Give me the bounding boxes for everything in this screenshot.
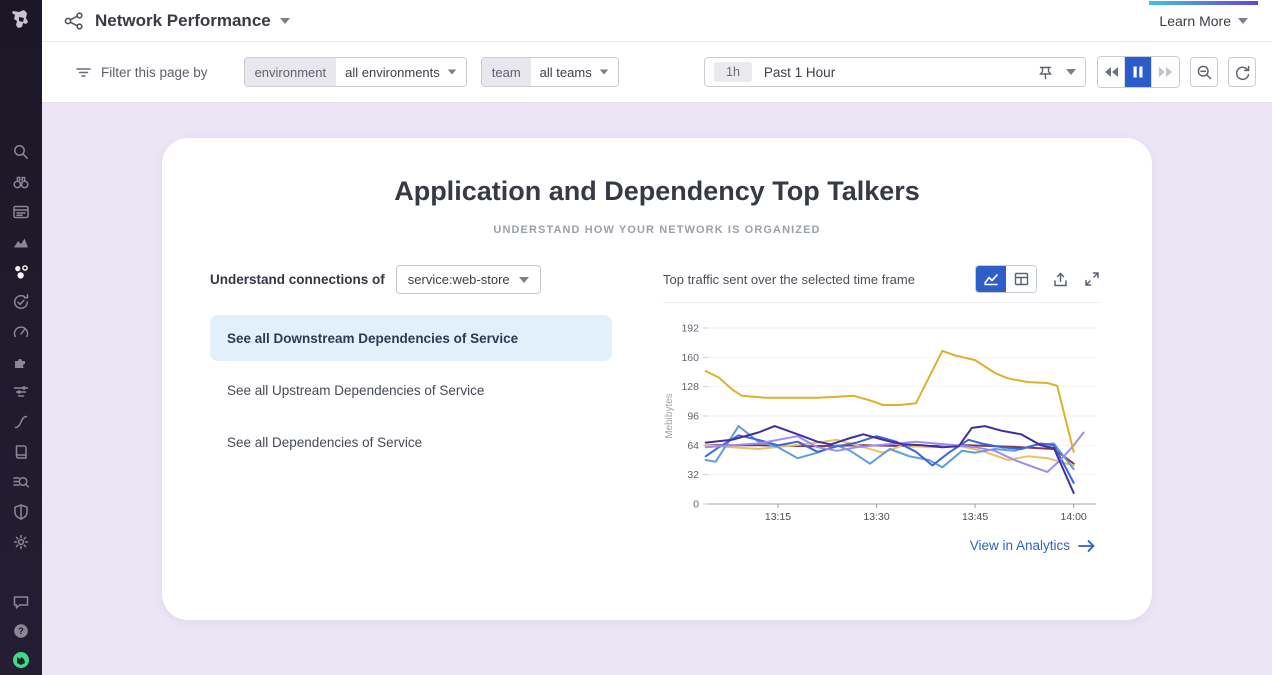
svg-text:128: 128 <box>681 381 699 393</box>
environment-filter-value: all environments <box>345 65 440 80</box>
card-title: Application and Dependency Top Talkers <box>162 138 1152 207</box>
svg-text:14:00: 14:00 <box>1061 511 1087 523</box>
watchdog-icon[interactable] <box>12 173 30 191</box>
playback-controls <box>1097 56 1180 88</box>
filter-label-group: Filter this page by <box>75 64 208 81</box>
user-avatar[interactable] <box>12 651 30 669</box>
apm-trace-icon[interactable] <box>12 413 30 431</box>
feedback-chat-icon[interactable] <box>12 593 30 611</box>
chevron-down-icon <box>448 69 457 74</box>
chevron-down-icon <box>280 18 290 24</box>
chevron-down-icon <box>1066 69 1076 75</box>
help-icon[interactable]: ? <box>12 622 30 640</box>
service-selector[interactable]: service:web-store <box>396 265 541 294</box>
chevron-down-icon <box>1238 18 1248 24</box>
network-performance-icon <box>62 9 86 33</box>
connections-panel: Understand connections of service:web-st… <box>210 265 612 553</box>
chart-panel: Top traffic sent over the selected time … <box>663 265 1100 553</box>
notebooks-icon[interactable] <box>12 443 30 461</box>
main-column: Network Performance Learn More Filter th… <box>42 0 1272 675</box>
learn-more-label: Learn More <box>1159 13 1231 29</box>
environment-filter[interactable]: environment all environments <box>244 57 467 87</box>
environment-filter-key: environment <box>245 58 337 86</box>
connections-label: Understand connections of <box>210 272 385 287</box>
svg-text:13:30: 13:30 <box>863 511 889 523</box>
network-icon[interactable] <box>12 263 30 281</box>
rewind-button[interactable] <box>1098 57 1125 87</box>
zoom-out-button[interactable] <box>1190 57 1218 87</box>
team-filter-value: all teams <box>540 65 592 80</box>
team-filter-key: team <box>482 58 531 86</box>
dashboards-icon[interactable] <box>12 203 30 221</box>
svg-text:13:45: 13:45 <box>962 511 988 523</box>
pin-icon[interactable] <box>1037 64 1054 81</box>
rail-icon-list <box>12 143 30 551</box>
settings-gear-icon[interactable] <box>12 533 30 551</box>
monitors-gauge-icon[interactable] <box>12 323 30 341</box>
datadog-logo-icon[interactable] <box>7 7 35 35</box>
svg-text:32: 32 <box>687 469 699 481</box>
svg-text:160: 160 <box>681 352 699 364</box>
top-bar: Network Performance Learn More <box>42 0 1272 42</box>
option-downstream-dependencies[interactable]: See all Downstream Dependencies of Servi… <box>210 315 612 361</box>
chart-view-toggle <box>975 265 1037 293</box>
top-talkers-card: Application and Dependency Top Talkers U… <box>162 138 1152 620</box>
svg-text:0: 0 <box>693 499 699 511</box>
chart-title: Top traffic sent over the selected time … <box>663 272 975 287</box>
page-title: Network Performance <box>95 11 271 31</box>
traffic-line-chart[interactable]: 0 32 64 96 128 160 192 13:15 13:30 13:45 14:00 Mebi… <box>663 312 1100 524</box>
time-range-selector[interactable]: 1h Past 1 Hour <box>704 57 1086 87</box>
table-view-toggle[interactable] <box>1006 266 1036 292</box>
filter-bar: Filter this page by environment all envi… <box>42 42 1272 103</box>
svg-text:64: 64 <box>687 440 699 452</box>
svg-text:Mebibytes: Mebibytes <box>664 393 675 439</box>
integrations-puzzle-icon[interactable] <box>12 353 30 371</box>
search-icon[interactable] <box>12 143 30 161</box>
option-upstream-dependencies[interactable]: See all Upstream Dependencies of Service <box>210 367 612 413</box>
filter-label: Filter this page by <box>101 65 208 80</box>
line-chart-toggle[interactable] <box>976 266 1006 292</box>
rail-bottom-group: ? <box>12 593 30 675</box>
arrow-right-icon <box>1078 539 1096 553</box>
time-range-badge: 1h <box>714 62 752 82</box>
chevron-down-icon <box>599 69 608 74</box>
svg-text:96: 96 <box>687 411 699 423</box>
synthetics-icon[interactable] <box>12 293 30 311</box>
page-content: Application and Dependency Top Talkers U… <box>42 103 1272 675</box>
time-range-label: Past 1 Hour <box>764 65 835 80</box>
log-explorer-icon[interactable] <box>12 473 30 491</box>
svg-text:13:15: 13:15 <box>765 511 791 523</box>
option-all-dependencies[interactable]: See all Dependencies of Service <box>210 419 612 465</box>
pause-button[interactable] <box>1125 57 1152 87</box>
chevron-down-icon <box>519 277 529 283</box>
left-nav-rail: ? <box>0 0 42 675</box>
host-map-icon[interactable] <box>12 383 30 401</box>
analytics-link-label: View in Analytics <box>970 538 1070 553</box>
refresh-button[interactable] <box>1228 57 1256 87</box>
page-title-dropdown[interactable]: Network Performance <box>62 9 290 33</box>
learn-more-menu[interactable]: Learn More <box>1153 2 1254 39</box>
fullscreen-button[interactable] <box>1084 271 1100 287</box>
metrics-icon[interactable] <box>12 233 30 251</box>
export-button[interactable] <box>1052 271 1069 288</box>
view-in-analytics-link[interactable]: View in Analytics <box>663 538 1100 553</box>
fast-forward-button[interactable] <box>1152 57 1179 87</box>
svg-text:?: ? <box>18 626 24 636</box>
dependency-options: See all Downstream Dependencies of Servi… <box>210 315 612 465</box>
security-shield-icon[interactable] <box>12 503 30 521</box>
svg-text:192: 192 <box>681 323 699 335</box>
filter-icon <box>75 64 92 81</box>
service-selector-value: service:web-store <box>408 272 510 287</box>
card-subtitle: UNDERSTAND HOW YOUR NETWORK IS ORGANIZED <box>162 224 1152 236</box>
team-filter[interactable]: team all teams <box>481 57 619 87</box>
app-window: ? Network Performance Learn More <box>0 0 1272 675</box>
